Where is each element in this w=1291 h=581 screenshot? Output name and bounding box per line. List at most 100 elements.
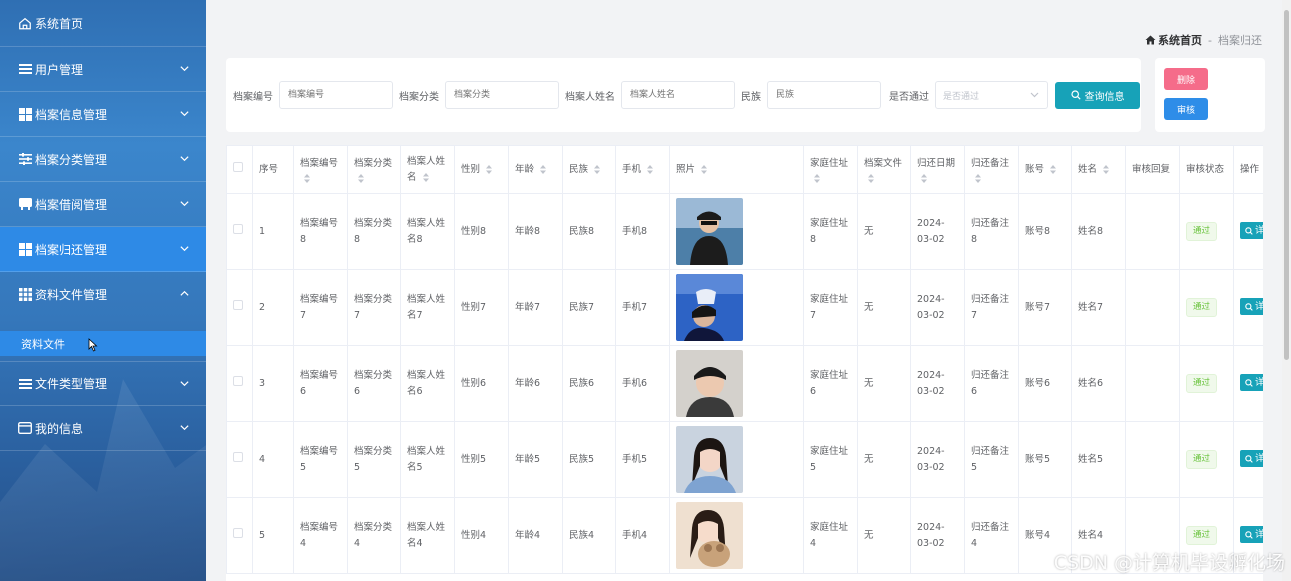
photo-thumbnail[interactable] xyxy=(676,502,743,569)
header-category[interactable]: 档案分类 xyxy=(347,145,401,194)
submenu-item-material-file[interactable]: 资料文件 xyxy=(0,331,206,356)
header-select-all[interactable] xyxy=(226,145,253,194)
sidebar-item-label: 档案信息管理 xyxy=(35,107,108,122)
breadcrumb-home[interactable]: 系统首页 xyxy=(1145,32,1202,48)
cell-gender: 性别6 xyxy=(454,345,509,422)
sort-icon[interactable] xyxy=(868,174,874,183)
header-phone[interactable]: 手机 xyxy=(615,145,670,194)
cell-address: 家庭住址5 xyxy=(803,421,858,498)
chevron-down-icon xyxy=(180,246,189,252)
sort-icon[interactable] xyxy=(358,174,364,183)
header-address[interactable]: 家庭住址 xyxy=(803,145,858,194)
sort-icon[interactable] xyxy=(647,164,654,174)
table-row[interactable]: 1 档案编号8 档案分类8 档案人姓名8 性别8 年龄8 民族8 手机8 家庭住址8 无 2024-… xyxy=(226,193,1263,270)
sort-icon[interactable] xyxy=(921,174,927,183)
sidebar-item-archive-return[interactable]: 档案归还管理 xyxy=(0,227,206,272)
cell-phone: 手机4 xyxy=(615,497,670,574)
watermark: CSDN @计算机毕设孵化场 xyxy=(1053,552,1285,574)
category-input[interactable] xyxy=(445,81,559,109)
sidebar-item-home[interactable]: 系统首页 xyxy=(0,0,206,47)
sort-icon[interactable] xyxy=(814,174,820,183)
header-name[interactable]: 姓名 xyxy=(1071,145,1126,194)
detail-button[interactable]: 详 xyxy=(1240,374,1263,392)
cell-checkbox[interactable] xyxy=(226,269,253,346)
detail-button[interactable]: 详 xyxy=(1240,222,1263,240)
header-return-note[interactable]: 归还备注 xyxy=(964,145,1019,194)
header-photo[interactable]: 照片 xyxy=(669,145,804,194)
detail-button[interactable]: 详 xyxy=(1240,298,1263,316)
header-archive-no[interactable]: 档案编号 xyxy=(293,145,348,194)
header-person-name[interactable]: 档案人姓名 xyxy=(400,145,455,194)
sort-icon[interactable] xyxy=(975,174,981,183)
header-file[interactable]: 档案文件 xyxy=(857,145,911,194)
ethnicity-input[interactable] xyxy=(767,81,881,109)
sidebar-item-users[interactable]: 用户管理 xyxy=(0,47,206,92)
cell-phone: 手机5 xyxy=(615,421,670,498)
sort-icon[interactable] xyxy=(1050,164,1057,174)
cell-checkbox[interactable] xyxy=(226,497,253,574)
cell-name: 姓名5 xyxy=(1071,421,1126,498)
header-age[interactable]: 年龄 xyxy=(508,145,563,194)
cell-checkbox[interactable] xyxy=(226,345,253,422)
cell-operation: 详 xyxy=(1233,421,1263,498)
sidebar-item-my-info[interactable]: 我的信息 xyxy=(0,406,206,451)
sidebar-item-archive-borrow[interactable]: 档案借阅管理 xyxy=(0,182,206,227)
submenu-item-label: 资料文件 xyxy=(21,337,65,351)
cell-ethnicity: 民族6 xyxy=(562,345,616,422)
row-checkbox[interactable] xyxy=(233,527,243,538)
sort-icon[interactable] xyxy=(540,164,547,174)
sort-icon[interactable] xyxy=(1103,164,1110,174)
cell-audit-status: 通过 xyxy=(1179,193,1234,270)
photo-thumbnail[interactable] xyxy=(676,350,743,417)
sort-icon[interactable] xyxy=(422,172,429,182)
archive-no-input[interactable] xyxy=(279,81,393,109)
person-name-input[interactable] xyxy=(621,81,735,109)
header-gender[interactable]: 性别 xyxy=(454,145,509,194)
header-account[interactable]: 账号 xyxy=(1018,145,1072,194)
row-checkbox[interactable] xyxy=(233,451,243,462)
sort-icon[interactable] xyxy=(701,164,708,174)
cell-checkbox[interactable] xyxy=(226,421,253,498)
header-ethnicity[interactable]: 民族 xyxy=(562,145,616,194)
sort-icon[interactable] xyxy=(486,164,493,174)
scrollbar-thumb[interactable] xyxy=(1284,10,1289,360)
sort-icon[interactable] xyxy=(304,174,310,183)
table-header-row: 序号 档案编号 档案分类 档案人姓名 性别 年龄 民族 手机 照片 家庭住址 档… xyxy=(226,145,1263,194)
row-checkbox[interactable] xyxy=(233,375,243,386)
sidebar-item-archive-category[interactable]: 档案分类管理 xyxy=(0,137,206,182)
select-all-checkbox[interactable] xyxy=(233,161,243,172)
table-row[interactable]: 2 档案编号7 档案分类7 档案人姓名7 性别7 年龄7 民族7 手机7 家庭住址7 无 2024-… xyxy=(226,269,1263,346)
header-audit-status: 审核状态 xyxy=(1179,145,1234,194)
chevron-down-icon xyxy=(180,66,189,72)
sidebar-item-material-files[interactable]: 资料文件管理 xyxy=(0,272,206,317)
cell-seq: 2 xyxy=(252,269,294,346)
cell-file: 无 xyxy=(857,345,911,422)
detail-button[interactable]: 详 xyxy=(1240,526,1263,544)
table-row[interactable]: 3 档案编号6 档案分类6 档案人姓名6 性别6 年龄6 民族6 手机6 家庭住址6 无 2024-… xyxy=(226,345,1263,422)
cell-seq: 3 xyxy=(252,345,294,422)
row-checkbox[interactable] xyxy=(233,299,243,310)
passed-select[interactable]: 是否通过 xyxy=(935,81,1048,109)
query-button[interactable]: 查询信息 xyxy=(1055,81,1140,109)
cell-ethnicity: 民族8 xyxy=(562,193,616,270)
search-icon xyxy=(1070,90,1081,100)
cell-category: 档案分类5 xyxy=(347,421,401,498)
row-checkbox[interactable] xyxy=(233,223,243,234)
sliders-icon xyxy=(18,152,32,166)
photo-thumbnail[interactable] xyxy=(676,274,743,341)
mouse-cursor-icon xyxy=(88,338,98,352)
cell-photo xyxy=(669,497,804,574)
photo-thumbnail[interactable] xyxy=(676,198,743,265)
photo-thumbnail[interactable] xyxy=(676,426,743,493)
page-scrollbar[interactable] xyxy=(1282,0,1291,581)
audit-button[interactable]: 审核 xyxy=(1164,98,1208,120)
sidebar-item-archive-info[interactable]: 档案信息管理 xyxy=(0,92,206,137)
detail-button[interactable]: 详 xyxy=(1240,450,1263,468)
header-return-date[interactable]: 归还日期 xyxy=(910,145,965,194)
cell-checkbox[interactable] xyxy=(226,193,253,270)
delete-button[interactable]: 删除 xyxy=(1164,68,1208,90)
cell-photo xyxy=(669,421,804,498)
sort-icon[interactable] xyxy=(594,164,601,174)
table-row[interactable]: 4 档案编号5 档案分类5 档案人姓名5 性别5 年龄5 民族5 手机5 家庭住址5 无 2024-… xyxy=(226,421,1263,498)
sidebar-item-file-type[interactable]: 文件类型管理 xyxy=(0,361,206,406)
